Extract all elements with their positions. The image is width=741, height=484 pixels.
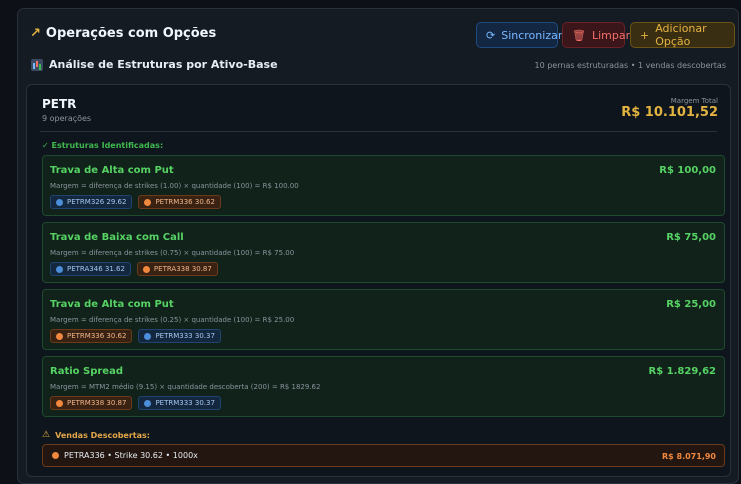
leg-badge: PETRM338 30.87 <box>50 396 133 410</box>
leg-label: PETRA338 30.87 <box>153 265 212 273</box>
leg-label: PETRA346 31.62 <box>67 265 125 273</box>
leg-badge: PETRA346 31.62 <box>50 262 131 276</box>
page-title: Operações com Opções <box>45 26 217 41</box>
structure-legs: PETRM338 30.87 PETRM333 30.37 <box>50 396 221 410</box>
buy-dot-icon <box>56 198 63 206</box>
asset-name: PETR <box>42 97 77 111</box>
structure-description: Margem = diferença de strikes (1.00) × q… <box>50 182 299 190</box>
leg-label: PETRM333 30.37 <box>155 332 215 340</box>
sell-dot-icon <box>144 198 152 206</box>
leg-badge: PETRM326 29.62 <box>50 195 133 209</box>
asset-card: PETR 9 operações Margem Total R$ 10.101,… <box>26 84 731 477</box>
warning-icon: ⚠ <box>42 430 51 440</box>
leg-label: PETRM336 30.62 <box>155 198 215 206</box>
structures-title: ✓ Estruturas Identificadas: <box>42 141 164 150</box>
margin-total-label: Margem Total <box>670 97 718 105</box>
structure-margin: R$ 1.829,62 <box>648 366 717 377</box>
naked-sale-leg: PETRA336 • Strike 30.62 • 1000x <box>52 451 198 460</box>
trending-up-icon: ↗ <box>30 26 41 41</box>
structure-margin: R$ 25,00 <box>666 299 716 310</box>
sell-dot-icon <box>52 452 59 459</box>
options-panel: ↗ Operações com Opções ⟳ Sincronizar 🗑 L… <box>17 8 739 484</box>
naked-sale-label: PETRA336 • Strike 30.62 • 1000x <box>64 451 198 460</box>
structure-card: Ratio Spread R$ 1.829,62 Margem = MTM2 m… <box>42 356 725 417</box>
structure-name: Trava de Alta com Put <box>50 299 174 310</box>
leg-badge: PETRM333 30.37 <box>138 329 221 343</box>
sell-dot-icon <box>142 265 150 273</box>
leg-badge: PETRA338 30.87 <box>136 262 218 276</box>
leg-label: PETRM338 30.87 <box>67 399 127 407</box>
structure-description: Margem = MTM2 médio (9.15) × quantidade … <box>50 383 321 391</box>
buy-dot-icon <box>56 265 63 273</box>
sync-button-label: Sincronizar <box>501 28 563 42</box>
naked-sales-title-label: Vendas Descobertas: <box>55 430 150 440</box>
trash-icon: 🗑 <box>572 28 586 42</box>
naked-sales-title: ⚠ Vendas Descobertas: <box>42 430 150 440</box>
structure-legs: PETRA346 31.62 PETRA338 30.87 <box>50 262 218 276</box>
analysis-summary: 10 pernas estruturadas • 1 vendas descob… <box>534 61 727 70</box>
leg-label: PETRM333 30.37 <box>155 399 215 407</box>
structure-description: Margem = diferença de strikes (0.25) × q… <box>50 316 295 324</box>
structure-margin: R$ 100,00 <box>659 165 716 176</box>
structure-margin: R$ 75,00 <box>666 232 716 243</box>
leg-label: PETRM326 29.62 <box>67 198 127 206</box>
divider <box>40 131 717 132</box>
structure-card: Trava de Alta com Put R$ 25,00 Margem = … <box>42 289 725 350</box>
analysis-title: Análise de Estruturas por Ativo-Base <box>49 58 278 71</box>
leg-badge: PETRM336 30.62 <box>138 195 221 209</box>
sync-button[interactable]: ⟳ Sincronizar <box>476 22 562 48</box>
add-option-button[interactable]: + Adicionar Opção <box>630 22 735 48</box>
naked-sale-margin: R$ 8.071,90 <box>662 452 716 461</box>
panel-header: ↗ Operações com Opções <box>30 26 216 41</box>
leg-label: PETRM336 30.62 <box>67 332 127 340</box>
buy-dot-icon <box>144 399 152 407</box>
clear-button-label: Limpar <box>591 28 631 42</box>
leg-badge: PETRM336 30.62 <box>50 329 133 343</box>
leg-badge: PETRM333 30.37 <box>138 396 221 410</box>
structure-card: Trava de Baixa com Call R$ 75,00 Margem … <box>42 222 725 283</box>
sell-dot-icon <box>56 399 63 407</box>
structure-legs: PETRM326 29.62 PETRM336 30.62 <box>50 195 221 209</box>
analysis-header: Análise de Estruturas por Ativo-Base <box>31 58 278 71</box>
sell-dot-icon <box>56 332 63 340</box>
buy-dot-icon <box>144 332 152 340</box>
bar-chart-icon <box>31 58 43 71</box>
add-option-button-label: Adicionar Opção <box>655 22 707 48</box>
plus-icon: + <box>640 28 650 42</box>
structure-description: Margem = diferença de strikes (0.75) × q… <box>50 249 295 257</box>
structure-name: Trava de Alta com Put <box>50 165 174 176</box>
structure-legs: PETRM336 30.62 PETRM333 30.37 <box>50 329 221 343</box>
clear-button[interactable]: 🗑 Limpar <box>562 22 630 48</box>
asset-operations-count: 9 operações <box>42 114 92 123</box>
structure-card: Trava de Alta com Put R$ 100,00 Margem =… <box>42 155 725 216</box>
margin-total-value: R$ 10.101,52 <box>621 105 718 120</box>
refresh-icon: ⟳ <box>486 28 496 42</box>
structure-name: Ratio Spread <box>50 366 123 377</box>
naked-sale-row: PETRA336 • Strike 30.62 • 1000x R$ 8.071… <box>42 444 725 467</box>
structure-name: Trava de Baixa com Call <box>50 232 184 243</box>
